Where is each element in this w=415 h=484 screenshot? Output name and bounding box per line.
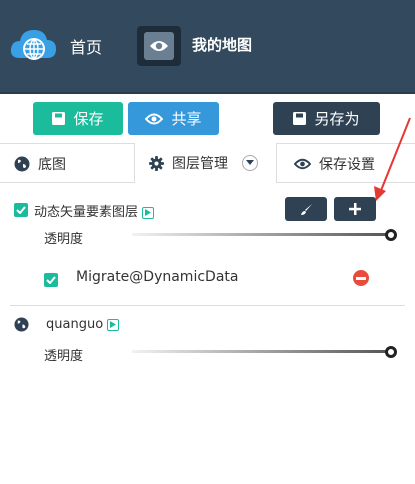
- check-icon: [16, 206, 26, 214]
- eye-icon: [150, 41, 168, 51]
- save-icon: [293, 112, 307, 125]
- tab-layer-management-label: 图层管理: [172, 156, 228, 172]
- panel-tabs: 底图 图层管理 保存设置: [0, 143, 415, 183]
- opacity-label: 透明度: [44, 232, 84, 247]
- eye-icon: [145, 113, 164, 124]
- layer-name: quanguo: [46, 317, 104, 332]
- tab-basemap-label: 底图: [38, 156, 66, 173]
- tab-basemap[interactable]: 底图: [14, 144, 66, 183]
- opacity-slider-handle[interactable]: [385, 229, 397, 241]
- layer-checkbox[interactable]: [14, 203, 28, 217]
- remove-sublayer-button[interactable]: [353, 270, 369, 286]
- map-title: 我的地图: [192, 36, 253, 54]
- play-icon: [110, 321, 117, 328]
- tab-save-settings[interactable]: 保存设置: [294, 144, 375, 183]
- app-header: 首页 我的地图: [0, 0, 415, 94]
- save-button[interactable]: 保存: [33, 102, 123, 135]
- opacity-label: 透明度: [44, 349, 84, 364]
- sublayer-checkbox[interactable]: [44, 273, 58, 287]
- add-layer-button[interactable]: [334, 197, 376, 221]
- plus-icon: [349, 203, 361, 215]
- opacity-slider-track[interactable]: [132, 233, 390, 236]
- save-icon: [52, 112, 66, 125]
- opacity-slider-handle[interactable]: [385, 346, 397, 358]
- brush-icon: [300, 203, 312, 215]
- home-link[interactable]: 首页: [70, 34, 102, 58]
- sublayer-name: Migrate@DynamicData: [76, 269, 239, 285]
- play-icon: [145, 209, 152, 216]
- check-icon: [46, 276, 56, 284]
- action-toolbar: 保存 共享 另存为: [0, 94, 415, 142]
- layer-title: 动态矢量要素图层: [34, 201, 155, 220]
- layer-name: 动态矢量要素图层: [34, 205, 139, 220]
- layer-play-button[interactable]: [107, 318, 120, 331]
- caret-down-icon: [246, 160, 254, 165]
- minus-icon: [356, 276, 366, 280]
- globe-icon: [14, 156, 30, 171]
- layer-play-button[interactable]: [142, 206, 155, 219]
- gear-icon: [149, 155, 164, 171]
- tab-layer-management[interactable]: 图层管理: [134, 143, 277, 183]
- eye-icon: [294, 158, 311, 169]
- style-edit-button[interactable]: [285, 197, 327, 221]
- tab-save-settings-label: 保存设置: [319, 156, 375, 173]
- layer-divider: [10, 305, 405, 306]
- opacity-slider-track[interactable]: [132, 350, 390, 353]
- share-label: 共享: [171, 110, 202, 128]
- save-as-label: 另存为: [314, 110, 360, 128]
- map-eye-button[interactable]: [137, 26, 181, 66]
- globe-icon: [14, 317, 29, 332]
- save-label: 保存: [73, 110, 104, 128]
- save-as-button[interactable]: 另存为: [273, 102, 380, 135]
- layer-title: quanguo: [46, 317, 120, 332]
- cloud-globe-logo-icon[interactable]: [8, 24, 58, 66]
- share-button[interactable]: 共享: [128, 102, 219, 135]
- tab-dropdown-toggle[interactable]: [242, 155, 258, 171]
